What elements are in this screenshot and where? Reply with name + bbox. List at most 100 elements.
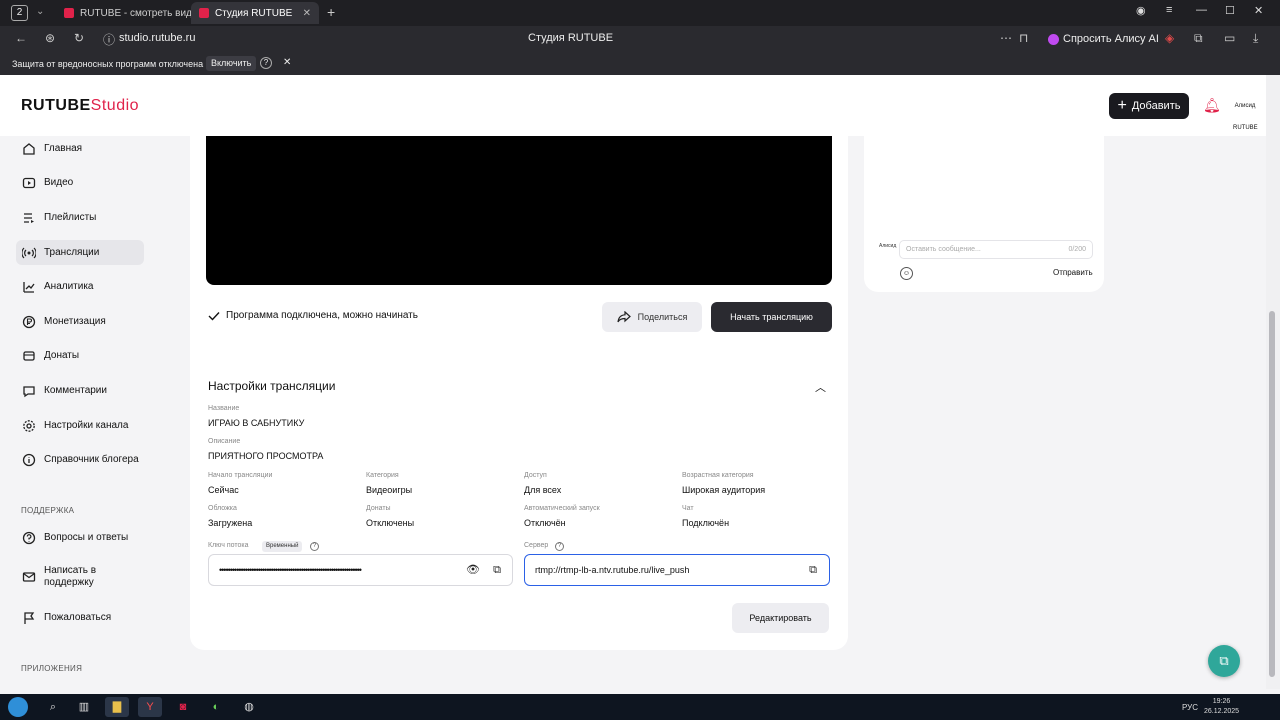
eye-icon[interactable]: 👁︎	[466, 563, 480, 577]
sidebar-item-video[interactable]: Видео	[16, 170, 144, 195]
sidebar-item-report[interactable]: Пожаловаться	[16, 605, 144, 630]
server-field[interactable]: rtmp://rtmp-lb-a.ntv.rutube.ru/live_push	[524, 554, 830, 586]
video-preview[interactable]	[206, 136, 832, 285]
close-window-icon[interactable]: ✕	[1254, 4, 1263, 17]
bell-icon[interactable]: 🔔︎	[1203, 97, 1221, 114]
clock[interactable]: 19:26 26.12.2025	[1204, 697, 1239, 717]
studio-header: RUTUBEStudio + Добавить 🔔︎ Алисид RUTUBE	[0, 75, 1266, 136]
plus-icon: +	[1117, 97, 1127, 114]
sidebar-item-label: Плейлисты	[44, 212, 97, 223]
chevron-up-icon[interactable]: ︿	[815, 379, 826, 395]
tab-studio[interactable]: Студия RUTUBE ✕	[191, 2, 319, 24]
more-icon[interactable]: ⋯	[1000, 31, 1012, 45]
windows-start-icon[interactable]	[8, 697, 28, 717]
send-button[interactable]: Отправить	[1053, 268, 1093, 277]
server-label: Сервер	[524, 542, 549, 549]
check-icon	[208, 311, 220, 321]
sidebar-item-contact-support[interactable]: Написать в поддержку	[16, 562, 144, 592]
task-view-icon[interactable]: ▥	[72, 697, 96, 717]
chat-message-input[interactable]: Оставить сообщение... 0/200	[899, 240, 1093, 259]
field-label: Начало трансляции	[208, 472, 273, 479]
sidebar-item-home[interactable]: Главная	[16, 136, 144, 161]
recorder-icon[interactable]: ◙	[171, 697, 195, 717]
scrollbar-thumb[interactable]	[1269, 311, 1275, 677]
download-icon[interactable]: ⤓	[1253, 31, 1258, 46]
emoji-icon[interactable]: ☺	[900, 267, 913, 280]
tab-count-badge[interactable]: 2	[11, 5, 28, 21]
chevron-down-icon[interactable]: ⌄	[36, 6, 44, 17]
page-scrollbar[interactable]	[1266, 75, 1280, 689]
sidebar-item-label: Аналитика	[44, 281, 94, 292]
mail-icon	[22, 572, 36, 582]
field-value: Загружена	[208, 518, 253, 528]
status-text: Программа подключена, можно начинать	[226, 310, 418, 321]
sidebar-item-channel-settings[interactable]: Настройки канала	[16, 413, 144, 438]
broadcast-icon	[22, 247, 36, 258]
sidebar-item-label: Справочник блогера	[44, 454, 139, 465]
field-label: Обложка	[208, 505, 237, 512]
bookmark-icon[interactable]: ⊓	[1019, 31, 1028, 45]
share-icon	[617, 311, 631, 323]
analytics-icon	[23, 281, 35, 293]
sidebar-item-comments[interactable]: Комментарии	[16, 378, 144, 403]
rutube-studio-logo[interactable]: RUTUBEStudio	[21, 97, 139, 115]
yandex-icon[interactable]: ⊛	[45, 31, 55, 45]
clock-time: 19:26	[1212, 698, 1231, 705]
field-label: Категория	[366, 472, 399, 479]
help-icon[interactable]: ?	[310, 542, 319, 551]
chat-counter: 0/200	[1068, 246, 1086, 253]
help-icon[interactable]: ?	[555, 542, 564, 551]
sidebar-item-monetization[interactable]: Монетизация	[16, 309, 144, 334]
field-value: Отключён	[524, 518, 566, 528]
search-icon[interactable]: ⌕	[41, 697, 65, 717]
language-indicator[interactable]: РУС	[1182, 703, 1198, 712]
sidebar-item-playlists[interactable]: Плейлисты	[16, 205, 144, 230]
infobar-text: Защита от вредоносных программ отключена	[12, 59, 204, 69]
info-icon	[22, 453, 36, 466]
site-info-icon[interactable]: ⓘ	[103, 31, 115, 48]
obs-icon[interactable]: ◍	[237, 697, 261, 717]
settings-title: Настройки трансляции	[208, 379, 336, 393]
minimize-icon[interactable]: —	[1196, 4, 1207, 16]
avatar[interactable]: Алисид RUTUBE	[1233, 95, 1258, 131]
menu-icon[interactable]: ≡	[1166, 4, 1172, 16]
edit-button[interactable]: Редактировать	[732, 603, 829, 633]
copy-icon[interactable]: ⧉	[490, 563, 504, 577]
maximize-icon[interactable]: ☐	[1225, 4, 1235, 17]
sidebar-item-analytics[interactable]: Аналитика	[16, 274, 144, 299]
support-chat-icon[interactable]: ⧉	[1208, 645, 1240, 677]
reload-icon[interactable]: ↻	[74, 31, 84, 45]
enable-protection-button[interactable]: Включить	[206, 56, 257, 71]
sidebar-item-donations[interactable]: Донаты	[16, 343, 144, 368]
url-field[interactable]: studio.rutube.ru	[119, 32, 195, 44]
field-label: Автоматический запуск	[524, 505, 600, 512]
browser-tabbar: 2 ⌄ RUTUBE - смотреть виде Студия RUTUBE…	[0, 0, 1280, 26]
close-tab-icon[interactable]: ✕	[303, 8, 311, 19]
extension-icon[interactable]: ◈	[1165, 31, 1174, 45]
copy-icon[interactable]: ⧉	[806, 563, 820, 577]
sidebar-item-label: Комментарии	[44, 385, 107, 396]
sidebar-item-label: Трансляции	[44, 247, 100, 258]
clock-date: 26.12.2025	[1204, 708, 1240, 715]
extensions-puzzle-icon[interactable]: ⧉	[1194, 31, 1203, 46]
comment-icon	[23, 385, 35, 397]
folder-icon[interactable]: ▇	[105, 697, 129, 717]
page-title: Студия RUTUBE	[528, 32, 614, 44]
downloads-circle-icon[interactable]: ◉	[1136, 4, 1146, 17]
back-icon[interactable]: ←	[15, 31, 27, 45]
close-infobar-icon[interactable]: ✕	[283, 57, 291, 68]
yandex-browser-icon[interactable]: Y	[138, 697, 162, 717]
alice-button[interactable]: Спросить Алису AI	[1042, 30, 1165, 48]
add-button[interactable]: + Добавить	[1109, 93, 1189, 119]
share-button[interactable]: Поделиться	[602, 302, 702, 332]
help-icon[interactable]: ?	[260, 57, 272, 69]
sidebar: Главная Видео Плейлисты Трансляции Анали…	[0, 136, 176, 689]
torrent-icon[interactable]: ◐	[204, 697, 228, 717]
start-stream-button[interactable]: Начать трансляцию	[711, 302, 832, 332]
sidebar-item-faq[interactable]: Вопросы и ответы	[16, 525, 144, 550]
tab-rutube[interactable]: RUTUBE - смотреть виде	[56, 2, 192, 24]
collections-icon[interactable]: ▭	[1224, 31, 1235, 45]
sidebar-item-streams[interactable]: Трансляции	[16, 240, 144, 265]
new-tab-icon[interactable]: +	[327, 4, 335, 20]
sidebar-item-blogger-guide[interactable]: Справочник блогера	[16, 447, 144, 472]
